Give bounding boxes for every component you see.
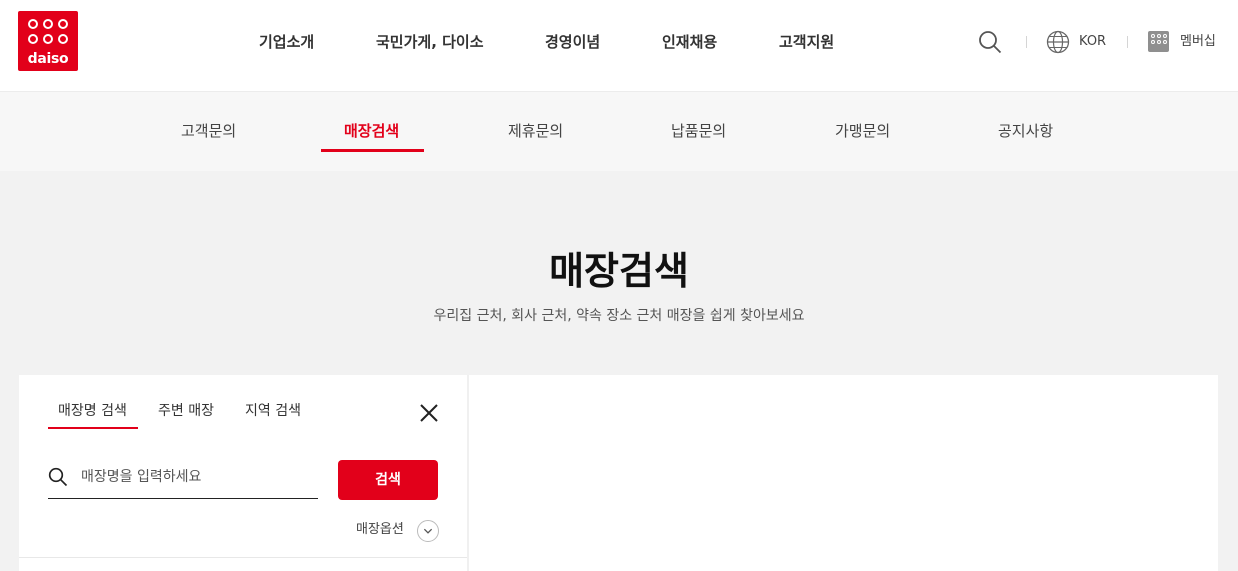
subnav-item-store-search[interactable]: 매장검색 (344, 120, 399, 142)
header: daiso 기업소개 국민가게, 다이소 경영이념 인재채용 고객지원 KOR … (0, 0, 1238, 91)
gnb-item-recruit[interactable]: 인재채용 (662, 31, 717, 53)
gnb-item-support[interactable]: 고객지원 (779, 31, 834, 53)
page-title: 매장검색 (549, 249, 689, 293)
search-icon[interactable] (978, 30, 1002, 54)
subnav-item-inquiry[interactable]: 고객문의 (181, 120, 236, 142)
panel-divider (19, 557, 467, 558)
store-option-label[interactable]: 매장옵션 (356, 521, 404, 539)
subnav-item-notice[interactable]: 공지사항 (998, 120, 1053, 142)
subnav-item-supply[interactable]: 납품문의 (671, 120, 726, 142)
subnav-active-indicator (321, 149, 424, 152)
map-area[interactable] (469, 375, 1218, 571)
language-selector[interactable]: KOR (1079, 33, 1106, 51)
tab-nearby-stores[interactable]: 주변 매장 (158, 401, 214, 421)
gnb-item-philosophy[interactable]: 경영이념 (545, 31, 600, 53)
store-name-input[interactable] (81, 463, 317, 491)
membership-icon[interactable] (1148, 31, 1169, 52)
store-search-panel: 매장명 검색 주변 매장 지역 검색 검색 매장옵션 (19, 375, 467, 571)
search-button[interactable]: 검색 (338, 460, 438, 500)
gnb-item-company[interactable]: 기업소개 (259, 31, 314, 53)
close-icon[interactable] (418, 402, 440, 424)
subnav-item-franchise[interactable]: 가맹문의 (835, 120, 890, 142)
daiso-logo[interactable]: daiso (18, 11, 78, 71)
tab-region-search[interactable]: 지역 검색 (245, 401, 301, 421)
globe-icon[interactable] (1046, 30, 1070, 54)
subnav-item-partnership[interactable]: 제휴문의 (508, 120, 563, 142)
search-icon (48, 467, 68, 487)
util-separator (1127, 36, 1128, 48)
search-input-underline (48, 498, 318, 499)
page-description: 우리집 근처, 회사 근처, 약속 장소 근처 매장을 쉽게 찾아보세요 (433, 308, 805, 324)
tab-store-name-search[interactable]: 매장명 검색 (58, 401, 127, 421)
chevron-down-icon[interactable] (417, 520, 439, 542)
logo-dots (26, 19, 70, 49)
sub-nav: 고객문의 매장검색 제휴문의 납품문의 가맹문의 공지사항 (0, 91, 1238, 171)
util-separator (1026, 36, 1027, 48)
tab-active-indicator (48, 427, 138, 429)
membership-link[interactable]: 멤버십 (1180, 33, 1216, 51)
gnb-item-national-store[interactable]: 국민가게, 다이소 (376, 31, 484, 53)
logo-wordmark: daiso (27, 51, 69, 67)
